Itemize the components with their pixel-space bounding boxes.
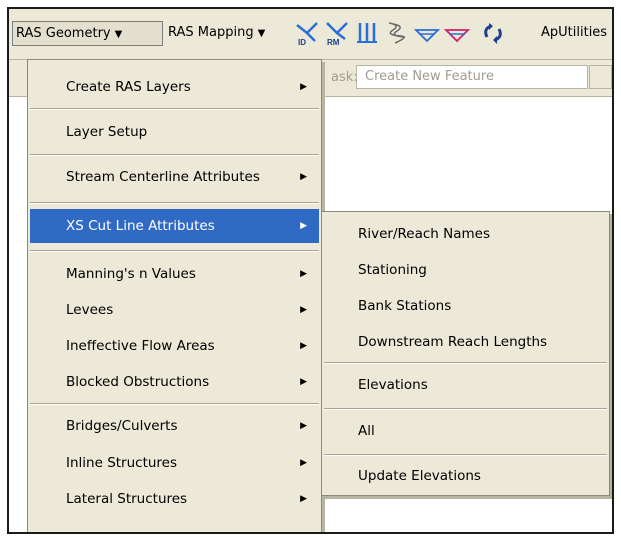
task-dropdown-button[interactable]: [589, 65, 612, 89]
menu-item-label: Create RAS Layers: [66, 79, 191, 95]
menu-item-label: Layer Setup: [66, 124, 148, 140]
menu-item-label: Blocked Obstructions: [66, 374, 210, 390]
xs-cutline-id-icon[interactable]: ID: [293, 19, 321, 47]
menu-separator: [30, 202, 319, 204]
water-surface-icon[interactable]: [413, 19, 441, 47]
menu-item-layer-setup[interactable]: Layer Setup: [30, 115, 319, 149]
menu-item-blocked-obstructions[interactable]: Blocked Obstructions ▶: [30, 365, 319, 399]
submenu-arrow-icon: ▶: [300, 377, 307, 387]
submenu-arrow-icon: ▶: [300, 341, 307, 351]
submenu-item-elevations[interactable]: Elevations: [324, 369, 607, 401]
ras-geometry-label: RAS Geometry: [16, 26, 111, 41]
screenshot-frame: RAS Geometry ▼ RAS Mapping ▼ ID RM ApUti…: [7, 7, 614, 534]
menu-item-label: Levees: [66, 302, 114, 318]
svg-text:ID: ID: [298, 38, 306, 47]
xs-cutline-rm-icon[interactable]: RM: [323, 19, 351, 47]
flow-path-icon[interactable]: [383, 19, 411, 47]
menu-separator: [324, 454, 607, 456]
ras-mapping-label: RAS Mapping: [168, 25, 254, 40]
menu-item-inline-structures[interactable]: Inline Structures ▶: [30, 446, 319, 480]
menu-item-levees[interactable]: Levees ▶: [30, 293, 319, 327]
ras-mapping-menu-button[interactable]: RAS Mapping ▼: [168, 21, 265, 45]
chevron-down-icon: ▼: [114, 29, 123, 40]
submenu-item-downstream-reach-lengths[interactable]: Downstream Reach Lengths: [324, 326, 607, 358]
menu-item-bridges-culverts[interactable]: Bridges/Culverts ▶: [30, 409, 319, 443]
menu-separator: [324, 408, 607, 410]
ras-geometry-menu-button[interactable]: RAS Geometry ▼: [12, 21, 163, 46]
submenu-item-stationing[interactable]: Stationing: [324, 254, 607, 286]
water-surface-red-icon[interactable]: [443, 19, 471, 47]
menu-item-stream-centerline-attributes[interactable]: Stream Centerline Attributes ▶: [30, 160, 319, 194]
submenu-arrow-icon: ▶: [300, 421, 307, 431]
menu-item-label: Ineffective Flow Areas: [66, 338, 215, 354]
svg-text:RM: RM: [327, 38, 340, 47]
menu-item-label: Inline Structures: [66, 455, 178, 471]
menu-separator: [324, 362, 607, 364]
submenu-arrow-icon: ▶: [300, 82, 307, 92]
menu-separator: [30, 403, 319, 405]
refresh-icon[interactable]: [479, 19, 507, 47]
menu-separator: [30, 154, 319, 156]
menu-item-lateral-structures[interactable]: Lateral Structures ▶: [30, 482, 319, 516]
menu-item-create-ras-layers[interactable]: Create RAS Layers ▶: [30, 70, 319, 104]
task-label: ask:: [331, 70, 358, 85]
submenu-item-bank-stations[interactable]: Bank Stations: [324, 290, 607, 322]
menu-item-label: Bridges/Culverts: [66, 418, 178, 434]
submenu-item-update-elevations[interactable]: Update Elevations: [324, 460, 607, 492]
task-dropdown[interactable]: Create New Feature: [356, 65, 588, 89]
menu-item-xs-cut-line-attributes[interactable]: XS Cut Line Attributes ▶: [30, 209, 319, 243]
submenu-arrow-icon: ▶: [300, 172, 307, 182]
menu-item-label: XS Cut Line Attributes: [66, 218, 215, 234]
hec-georas-toolbar: RAS Geometry ▼ RAS Mapping ▼ ID RM ApUti…: [9, 9, 612, 60]
menu-item-label: Manning's n Values: [66, 266, 196, 282]
ras-geometry-menu: Create RAS Layers ▶ Layer Setup Stream C…: [27, 59, 322, 532]
menu-separator: [30, 108, 319, 110]
submenu-arrow-icon: ▶: [300, 458, 307, 468]
vertical-lines-icon[interactable]: [353, 19, 381, 47]
menu-item-label: Lateral Structures: [66, 491, 188, 507]
submenu-arrow-icon: ▶: [300, 494, 307, 504]
submenu-arrow-icon: ▶: [300, 269, 307, 279]
submenu-arrow-icon: ▶: [300, 221, 307, 231]
submenu-item-all[interactable]: All: [324, 415, 607, 447]
menu-separator: [30, 250, 319, 252]
menu-item-label: Stream Centerline Attributes: [66, 169, 260, 185]
chevron-down-icon: ▼: [257, 28, 266, 39]
submenu-item-river-reach-names[interactable]: River/Reach Names: [324, 218, 607, 250]
menu-item-mannings-n-values[interactable]: Manning's n Values ▶: [30, 257, 319, 291]
xs-cut-line-attributes-submenu: River/Reach Names Stationing Bank Statio…: [321, 211, 610, 496]
aputilities-menu[interactable]: ApUtilities: [541, 21, 607, 45]
menu-item-ineffective-flow-areas[interactable]: Ineffective Flow Areas ▶: [30, 329, 319, 363]
submenu-arrow-icon: ▶: [300, 305, 307, 315]
